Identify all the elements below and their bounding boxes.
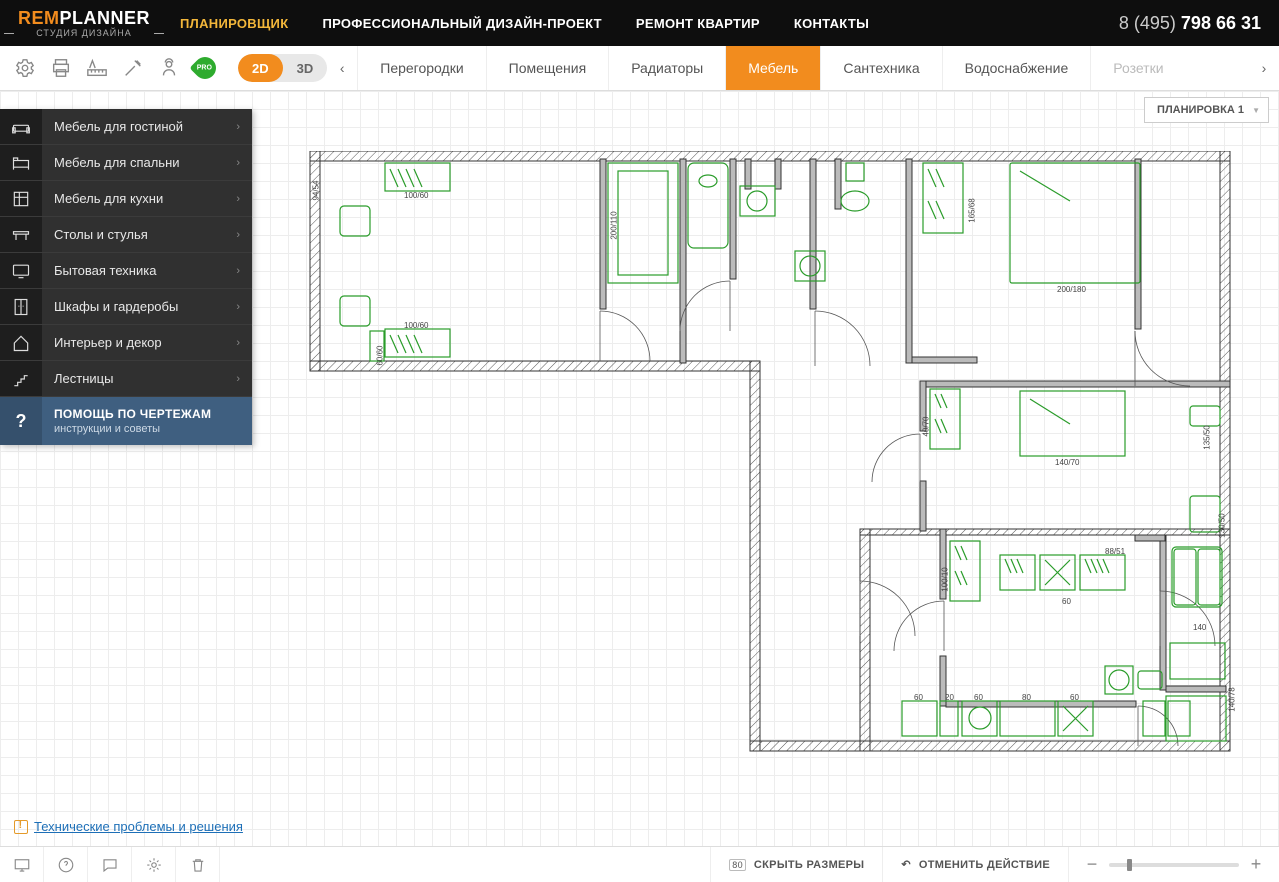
dim-label: 88/51 [1105, 547, 1125, 556]
tab-furniture[interactable]: Мебель [725, 46, 820, 90]
tv-icon [0, 253, 42, 288]
dim-label: 60 [914, 693, 923, 702]
undo-button[interactable]: ↶ ОТМЕНИТЬ ДЕЙСТВИЕ [882, 847, 1068, 882]
dim-label: 20 [945, 693, 954, 702]
bed-icon [0, 145, 42, 180]
dim-label: 40/70 [922, 416, 931, 436]
bottom-bar: 80 СКРЫТЬ РАЗМЕРЫ ↶ ОТМЕНИТЬ ДЕЙСТВИЕ − … [0, 846, 1279, 882]
tabs: Перегородки Помещения Радиаторы Мебель С… [357, 46, 1249, 90]
print-icon[interactable] [50, 57, 72, 79]
phone-number: 8 (495) 798 66 31 [1119, 13, 1261, 34]
tools-icon[interactable] [122, 57, 144, 79]
tab-water[interactable]: Водоснабжение [942, 46, 1091, 90]
zoom-control: − + [1068, 847, 1279, 882]
house-icon [0, 325, 42, 360]
warning-icon [14, 820, 28, 834]
sidebar-living-room[interactable]: Мебель для гостиной› [0, 109, 252, 145]
undo-icon: ↶ [901, 858, 911, 871]
logo-sub: СТУДИЯ ДИЗАЙНА [18, 29, 150, 38]
sidebar-stairs[interactable]: Лестницы› [0, 361, 252, 397]
view-switch: 2D 3D [238, 54, 327, 82]
dim-label: 60 [1062, 597, 1071, 606]
dim-label: 200/180 [1057, 285, 1086, 294]
tab-plumbing[interactable]: Сантехника [820, 46, 941, 90]
logo-suffix: PLANNER [60, 8, 151, 28]
dim-label: 200/110 [610, 211, 619, 239]
help-sub: инструкции и советы [54, 423, 238, 435]
tabs-scroll-left-icon[interactable]: ‹ [327, 60, 357, 76]
dim-label: 94/54 [312, 180, 321, 200]
dim-label: 80 [1022, 693, 1031, 702]
dim-label: 60 [974, 693, 983, 702]
tech-issues-link[interactable]: Технические проблемы и решения [14, 819, 243, 834]
wardrobe-icon [0, 289, 42, 324]
nav-contacts[interactable]: КОНТАКТЫ [794, 16, 869, 31]
dim-label: 165/68 [968, 198, 977, 222]
dim-label: 140/70 [1055, 458, 1079, 467]
sidebar-help[interactable]: ? ПОМОЩЬ ПО ЧЕРТЕЖАМ инструкции и советы [0, 397, 252, 445]
pro-icon[interactable]: PRO [194, 57, 216, 79]
zoom-slider[interactable] [1109, 863, 1239, 867]
logo[interactable]: REMPLANNER СТУДИЯ ДИЗАЙНА [18, 9, 150, 38]
gear-icon[interactable] [132, 847, 176, 882]
zoom-out-button[interactable]: − [1085, 854, 1099, 875]
kitchen-icon [0, 181, 42, 216]
view-2d-button[interactable]: 2D [238, 54, 283, 82]
tab-walls[interactable]: Перегородки [357, 46, 485, 90]
dim-label: 140 [1193, 623, 1206, 632]
nav-renovation[interactable]: РЕМОНТ КВАРТИР [636, 16, 760, 31]
sidebar-appliances[interactable]: Бытовая техника› [0, 253, 252, 289]
settings-icon[interactable] [14, 57, 36, 79]
layout-dropdown[interactable]: ПЛАНИРОВКА 1 [1144, 97, 1269, 123]
tab-rooms[interactable]: Помещения [486, 46, 609, 90]
furniture-sidebar: Мебель для гостиной› Мебель для спальни›… [0, 109, 252, 445]
dim-label: 100/60 [404, 191, 428, 200]
dim-label: 130/50 [1218, 513, 1227, 537]
logo-prefix: REM [18, 8, 60, 28]
tab-sockets[interactable]: Розетки [1090, 46, 1185, 90]
dim-label: 100/60 [404, 321, 428, 330]
nav-planner[interactable]: ПЛАНИРОВЩИК [180, 16, 288, 31]
view-3d-button[interactable]: 3D [283, 54, 328, 82]
floorplan[interactable]: 200/110 100/60 94/54 100/60 60/60 165/68… [300, 151, 1260, 771]
help-icon: ? [0, 397, 42, 445]
trash-icon[interactable] [176, 847, 220, 882]
nav-pro-design[interactable]: ПРОФЕССИОНАЛЬНЫЙ ДИЗАЙН-ПРОЕКТ [322, 16, 601, 31]
dim-label: 135/50 [1203, 425, 1212, 449]
sidebar-decor[interactable]: Интерьер и декор› [0, 325, 252, 361]
table-icon [0, 217, 42, 252]
sidebar-tables[interactable]: Столы и стулья› [0, 217, 252, 253]
chat-icon[interactable] [88, 847, 132, 882]
screen-icon[interactable] [0, 847, 44, 882]
dim-label: 60 [1070, 693, 1079, 702]
dim-label: 140/78 [1228, 687, 1237, 711]
sidebar-kitchen[interactable]: Мебель для кухни› [0, 181, 252, 217]
help-title: ПОМОЩЬ ПО ЧЕРТЕЖАМ [54, 407, 238, 421]
help-circle-icon[interactable] [44, 847, 88, 882]
dim-label: 60/60 [376, 345, 385, 365]
hide-dimensions-button[interactable]: 80 СКРЫТЬ РАЗМЕРЫ [710, 847, 882, 882]
dim-badge: 80 [729, 859, 746, 871]
sidebar-wardrobes[interactable]: Шкафы и гардеробы› [0, 289, 252, 325]
top-nav: ПЛАНИРОВЩИК ПРОФЕССИОНАЛЬНЫЙ ДИЗАЙН-ПРОЕ… [180, 16, 869, 31]
tab-radiators[interactable]: Радиаторы [608, 46, 725, 90]
zoom-in-button[interactable]: + [1249, 854, 1263, 875]
toolbar: PRO 2D 3D ‹ Перегородки Помещения Радиат… [0, 46, 1279, 91]
tabs-scroll-right-icon[interactable]: › [1249, 60, 1279, 76]
ruler-icon[interactable] [86, 57, 108, 79]
worker-icon[interactable] [158, 57, 180, 79]
stairs-icon [0, 361, 42, 396]
sidebar-bedroom[interactable]: Мебель для спальни› [0, 145, 252, 181]
top-header: REMPLANNER СТУДИЯ ДИЗАЙНА ПЛАНИРОВЩИК ПР… [0, 0, 1279, 46]
dim-label: 100/10 [941, 567, 950, 591]
sofa-icon [0, 109, 42, 144]
